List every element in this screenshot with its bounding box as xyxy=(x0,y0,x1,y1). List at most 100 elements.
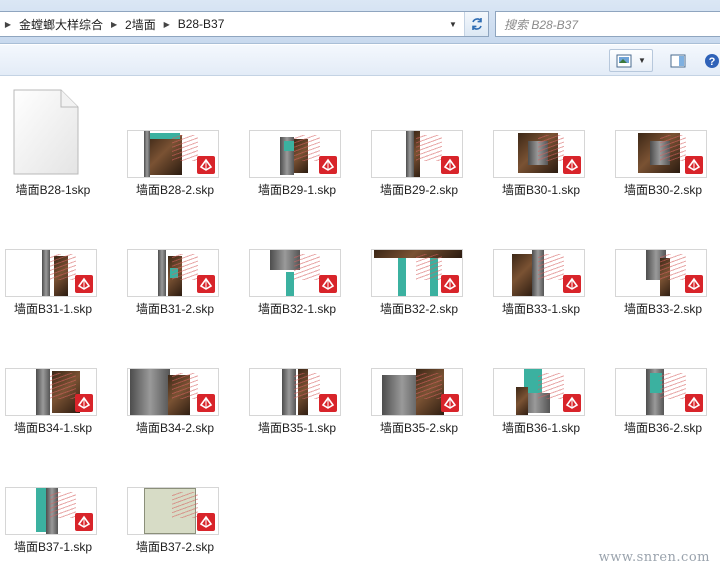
thumbnail-detail xyxy=(36,369,50,415)
file-name-label: 墙面B36-2.skp xyxy=(623,421,703,435)
thumbnail-detail xyxy=(512,254,534,296)
sketchup-icon xyxy=(685,156,703,174)
sketchup-icon xyxy=(197,275,215,293)
search-box[interactable]: 搜索 B28-B37 xyxy=(495,11,720,37)
thumbnail-detail xyxy=(158,250,166,296)
file-item[interactable]: 墙面B33-1.skp xyxy=(482,203,600,319)
sketchup-icon xyxy=(563,156,581,174)
dimension-lines xyxy=(538,135,564,161)
file-item[interactable]: 墙面B29-2.skp xyxy=(360,84,478,200)
file-name-label: 墙面B34-1.skp xyxy=(13,421,93,435)
skp-thumbnail xyxy=(615,249,707,297)
dimension-lines xyxy=(172,373,198,399)
thumbnail-detail xyxy=(130,369,170,415)
breadcrumb-chevron-icon[interactable]: ▶ xyxy=(159,20,175,29)
file-item[interactable]: 墙面B34-1.skp xyxy=(0,322,112,438)
file-item[interactable]: 墙面B32-1.skp xyxy=(238,203,356,319)
file-item[interactable]: 墙面B37-2.skp xyxy=(116,441,234,557)
svg-text:?: ? xyxy=(709,56,716,68)
file-item[interactable]: 墙面B28-2.skp xyxy=(116,84,234,200)
skp-thumbnail xyxy=(5,487,97,535)
dimension-lines xyxy=(416,373,442,399)
sketchup-icon xyxy=(441,156,459,174)
dimension-lines xyxy=(660,254,686,280)
address-bar[interactable]: ▶ 金螳螂大样综合 ▶ 2墙面 ▶ B28-B37 ▼ xyxy=(0,11,489,37)
preview-pane-icon xyxy=(670,54,686,67)
file-name-label: 墙面B33-1.skp xyxy=(501,302,581,316)
dimension-lines xyxy=(538,254,564,280)
sketchup-icon xyxy=(319,156,337,174)
thumbnail-detail xyxy=(516,387,528,415)
view-icon xyxy=(616,54,632,67)
dimension-lines xyxy=(172,492,198,518)
sketchup-icon xyxy=(563,275,581,293)
dimension-lines xyxy=(416,254,442,280)
breadcrumb-item[interactable]: 金螳螂大样综合 xyxy=(16,16,106,33)
help-button[interactable]: ? xyxy=(702,49,720,72)
file-item[interactable]: 墙面B29-1.skp xyxy=(238,84,356,200)
file-name-label: 墙面B35-2.skp xyxy=(379,421,459,435)
breadcrumb-chevron-icon[interactable]: ▶ xyxy=(0,20,16,29)
refresh-icon[interactable] xyxy=(464,12,488,36)
breadcrumb-item[interactable]: 2墙面 xyxy=(122,16,159,33)
file-name-label: 墙面B28-1skp xyxy=(15,183,91,197)
file-name-label: 墙面B35-1.skp xyxy=(257,421,337,435)
skp-thumbnail xyxy=(249,130,341,178)
address-bar-area: ▶ 金螳螂大样综合 ▶ 2墙面 ▶ B28-B37 ▼ 搜索 B28-B37 xyxy=(0,0,720,44)
sketchup-icon xyxy=(197,156,215,174)
file-item[interactable]: 墙面B31-1.skp xyxy=(0,203,112,319)
file-item[interactable]: 墙面B32-2.skp xyxy=(360,203,478,319)
dimension-lines xyxy=(172,135,198,161)
sketchup-icon xyxy=(197,394,215,412)
file-item[interactable]: 墙面B35-2.skp xyxy=(360,322,478,438)
file-name-label: 墙面B28-2.skp xyxy=(135,183,215,197)
file-name-label: 墙面B29-1.skp xyxy=(257,183,337,197)
sketchup-icon xyxy=(685,275,703,293)
skp-thumbnail xyxy=(493,249,585,297)
search-placeholder: 搜索 B28-B37 xyxy=(504,17,579,32)
sketchup-icon xyxy=(75,394,93,412)
chevron-down-icon: ▼ xyxy=(638,56,646,65)
address-history-dropdown-icon[interactable]: ▼ xyxy=(444,12,462,36)
sketchup-icon xyxy=(441,394,459,412)
file-item[interactable]: 墙面B31-2.skp xyxy=(116,203,234,319)
dimension-lines xyxy=(294,135,320,161)
dimension-lines xyxy=(50,492,76,518)
file-name-label: 墙面B36-1.skp xyxy=(501,421,581,435)
dimension-lines xyxy=(538,373,564,399)
preview-pane-button[interactable] xyxy=(667,49,689,72)
skp-thumbnail xyxy=(127,249,219,297)
dimension-lines xyxy=(50,373,76,399)
change-view-button[interactable]: ▼ xyxy=(609,49,653,72)
command-bar: ▼ ? xyxy=(0,45,720,76)
watermark: www.snren.com xyxy=(598,550,710,565)
file-item[interactable]: 墙面B37-1.skp xyxy=(0,441,112,557)
dimension-lines xyxy=(660,373,686,399)
breadcrumb-item[interactable]: B28-B37 xyxy=(175,17,228,31)
file-name-label: 墙面B33-2.skp xyxy=(623,302,703,316)
file-item[interactable]: 墙面B33-2.skp xyxy=(604,203,720,319)
skp-thumbnail xyxy=(249,249,341,297)
sketchup-icon xyxy=(319,275,337,293)
file-item[interactable]: 墙面B30-2.skp xyxy=(604,84,720,200)
file-name-label: 墙面B30-1.skp xyxy=(501,183,581,197)
skp-thumbnail xyxy=(615,368,707,416)
file-item[interactable]: 墙面B28-1skp xyxy=(0,84,112,200)
sketchup-icon xyxy=(563,394,581,412)
file-item[interactable]: 墙面B30-1.skp xyxy=(482,84,600,200)
file-item[interactable]: 墙面B36-2.skp xyxy=(604,322,720,438)
file-item[interactable]: 墙面B36-1.skp xyxy=(482,322,600,438)
file-item[interactable]: 墙面B34-2.skp xyxy=(116,322,234,438)
skp-thumbnail xyxy=(493,368,585,416)
thumbnail-detail xyxy=(284,141,294,151)
file-name-label: 墙面B31-1.skp xyxy=(13,302,93,316)
dimension-lines xyxy=(294,373,320,399)
file-name-label: 墙面B31-2.skp xyxy=(135,302,215,316)
breadcrumb-chevron-icon[interactable]: ▶ xyxy=(106,20,122,29)
sketchup-icon xyxy=(197,513,215,531)
sketchup-icon xyxy=(319,394,337,412)
file-name-label: 墙面B37-1.skp xyxy=(13,540,93,554)
file-item[interactable]: 墙面B35-1.skp xyxy=(238,322,356,438)
file-grid: 墙面B28-1skp 墙面B28-2.skp 墙面B29-1.skp 墙面B29-2.… xyxy=(0,84,720,569)
sketchup-icon xyxy=(75,275,93,293)
